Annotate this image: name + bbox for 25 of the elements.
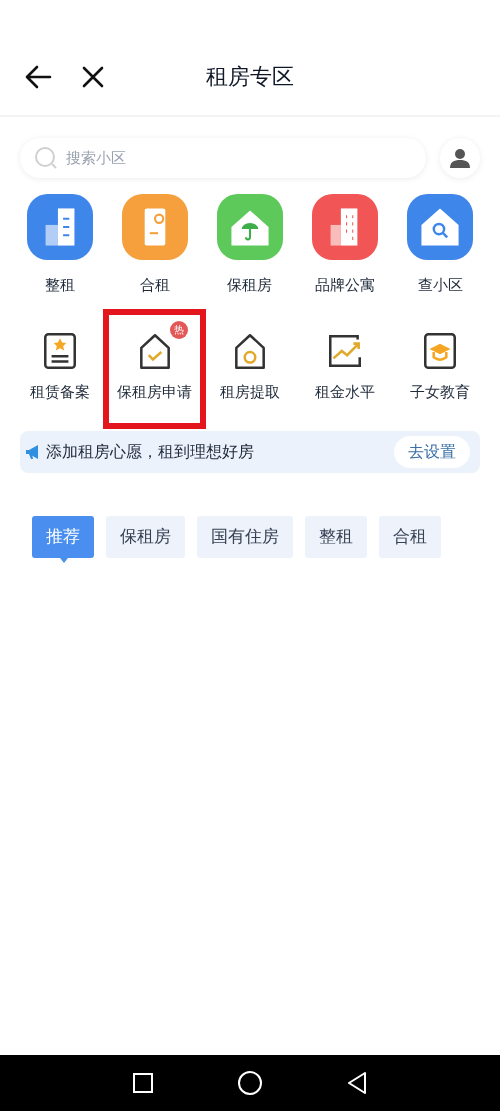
setup-button[interactable]: 去设置 <box>394 436 470 468</box>
service-button[interactable]: 热 保租房申请 <box>103 308 207 429</box>
banner-text: 添加租房心愿，租到理想好房 <box>46 441 255 463</box>
filter-tab[interactable]: 国有住房 <box>197 516 293 558</box>
service-button[interactable]: 租金水平 <box>297 314 393 423</box>
filter-tab[interactable]: 合租 <box>379 516 441 558</box>
filter-tab[interactable]: 整租 <box>305 516 367 558</box>
search-field[interactable]: 搜索小区 <box>20 138 426 178</box>
back-icon[interactable] <box>24 65 52 89</box>
search-icon <box>34 146 58 170</box>
filter-tab[interactable]: 保租房 <box>106 516 185 558</box>
service-button[interactable]: 整租 <box>12 194 108 297</box>
person-icon <box>450 148 470 168</box>
tab-pointer-icon <box>60 558 68 563</box>
service-button[interactable]: 保租房 <box>202 194 298 297</box>
close-icon[interactable] <box>82 66 104 88</box>
service-button[interactable]: 子女教育 <box>392 314 488 423</box>
hot-badge: 热 <box>169 320 188 339</box>
service-button[interactable]: 品牌公寓 <box>297 194 393 297</box>
service-button[interactable]: 查小区 <box>392 194 488 297</box>
recent-apps-icon[interactable] <box>132 1073 153 1093</box>
profile-button[interactable] <box>440 138 480 178</box>
service-button[interactable]: 合租 <box>107 194 203 297</box>
home-icon[interactable] <box>238 1071 262 1095</box>
page-title: 租房专区 <box>206 64 294 89</box>
